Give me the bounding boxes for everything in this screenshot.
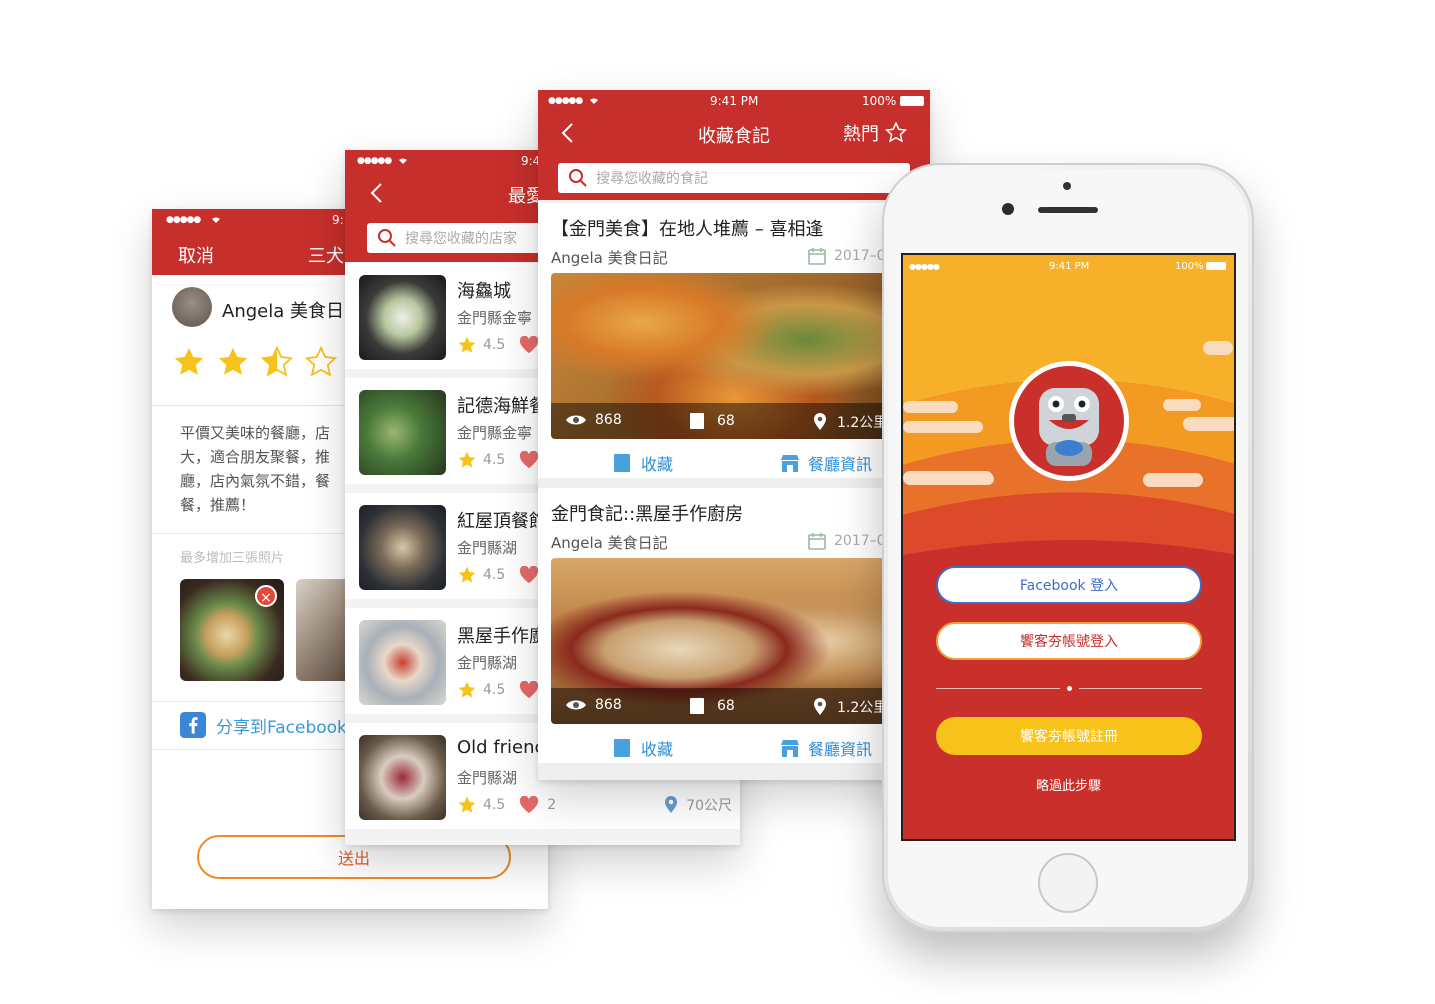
divider-dot: [1067, 686, 1072, 691]
restaurant-photo: [359, 505, 446, 590]
battery-icon: [900, 96, 924, 106]
search-icon: [378, 229, 396, 247]
star-half-icon[interactable]: [260, 345, 294, 379]
collect-button[interactable]: 收藏: [613, 451, 673, 475]
bookmark-icon: [690, 698, 704, 714]
back-icon[interactable]: [369, 182, 383, 204]
wifi-icon: [212, 217, 220, 223]
phone-sensor: [1063, 182, 1071, 190]
review-text[interactable]: 平價又美味的餐廳，店 大，適合朋友聚餐，推 廳，店內氣氛不錯，餐 餐，推薦！: [180, 421, 330, 517]
phone-speaker: [1038, 207, 1098, 213]
wifi-icon: [399, 158, 407, 164]
star-empty-icon[interactable]: [304, 345, 338, 379]
collected-articles-screen: ●●●●● 9:41 PM 100% 收藏食記 熱門 搜尋您收藏的食記 【金門美…: [538, 90, 930, 780]
heart-icon[interactable]: [519, 796, 539, 814]
avatar: [172, 287, 212, 327]
status-bar: ●●●●● 9:41 PM 100%: [903, 255, 1234, 277]
restaurant-photo: [359, 620, 446, 705]
restaurant-info-button[interactable]: 餐廳資訊: [780, 451, 872, 475]
restaurant-photo: [359, 390, 446, 475]
restaurant-info-button[interactable]: 餐廳資訊: [780, 736, 872, 760]
search-input[interactable]: 搜尋您收藏的食記: [558, 163, 910, 193]
battery-icon: [1206, 262, 1226, 270]
location-pin-icon: [814, 413, 826, 430]
star-icon: [458, 681, 476, 698]
sparkle-star-icon: [884, 121, 908, 143]
store-icon: [781, 455, 799, 472]
eye-icon: [566, 415, 586, 425]
back-icon[interactable]: [560, 122, 574, 144]
restaurant-photo: [359, 735, 446, 820]
hot-button[interactable]: 熱門: [843, 120, 909, 146]
calendar-icon: [808, 533, 826, 550]
location-pin-icon: [665, 796, 678, 813]
home-button[interactable]: [1038, 853, 1098, 913]
star-full-icon[interactable]: [172, 345, 206, 379]
eye-icon: [566, 700, 586, 710]
status-bar: ●●●●● 9:41 PM 100%: [538, 90, 930, 112]
divider: [936, 688, 1060, 689]
page-title: 收藏食記: [698, 126, 770, 147]
cancel-button[interactable]: 取消: [178, 242, 214, 268]
wifi-icon: [590, 98, 598, 104]
user-name: Angela 美食日: [222, 301, 344, 322]
remove-photo-icon[interactable]: ×: [255, 585, 277, 607]
restaurant-photo: [359, 275, 446, 360]
article-card[interactable]: 【金門美食】在地人堆薦 – 喜相逢 Angela 美食日記 2017–0 868…: [538, 203, 930, 478]
heart-icon[interactable]: [519, 336, 539, 354]
article-photo: 868 68 1.2公里: [551, 558, 917, 724]
bookmark-icon: [614, 454, 630, 472]
bookmark-icon: [614, 739, 630, 757]
account-login-button[interactable]: 饗客夯帳號登入: [936, 622, 1202, 660]
article-card[interactable]: 金門食記::黑屋手作廚房 Angela 美食日記 2017–0 868 68 1…: [538, 488, 930, 763]
article-photo: 868 68 1.2公里: [551, 273, 917, 439]
mascot-avatar: [1009, 361, 1129, 481]
search-icon: [569, 169, 587, 187]
heart-icon[interactable]: [519, 681, 539, 699]
register-button[interactable]: 饗客夯帳號註冊: [936, 717, 1202, 755]
location-pin-icon: [814, 698, 826, 715]
store-icon: [781, 740, 799, 757]
star-icon: [458, 336, 476, 353]
heart-icon[interactable]: [519, 566, 539, 584]
rating-stars[interactable]: [172, 345, 348, 379]
star-icon: [458, 566, 476, 583]
photo-hint: 最多增加三張照片: [180, 551, 285, 566]
heart-icon[interactable]: [519, 451, 539, 469]
star-icon: [458, 451, 476, 468]
facebook-login-button[interactable]: Facebook 登入: [936, 566, 1202, 604]
share-facebook-toggle[interactable]: 分享到Facebook: [180, 712, 347, 738]
facebook-icon: [180, 712, 206, 738]
star-full-icon[interactable]: [216, 345, 250, 379]
bookmark-icon: [690, 413, 704, 429]
divider: [1079, 688, 1202, 689]
lion-mascot-icon: [1014, 366, 1124, 476]
star-icon: [458, 796, 476, 813]
phone-camera: [1002, 203, 1014, 215]
collect-button[interactable]: 收藏: [613, 736, 673, 760]
login-screen: ●●●●● 9:41 PM 100% Facebook 登入 饗客夯帳號登入 饗…: [901, 253, 1236, 841]
phone-device: ●●●●● 9:41 PM 100% Facebook 登入 饗客夯帳號登入 饗…: [882, 163, 1254, 933]
page-title: 三犬: [308, 246, 344, 267]
calendar-icon: [808, 248, 826, 265]
skip-link[interactable]: 略過此步驟: [903, 775, 1234, 794]
